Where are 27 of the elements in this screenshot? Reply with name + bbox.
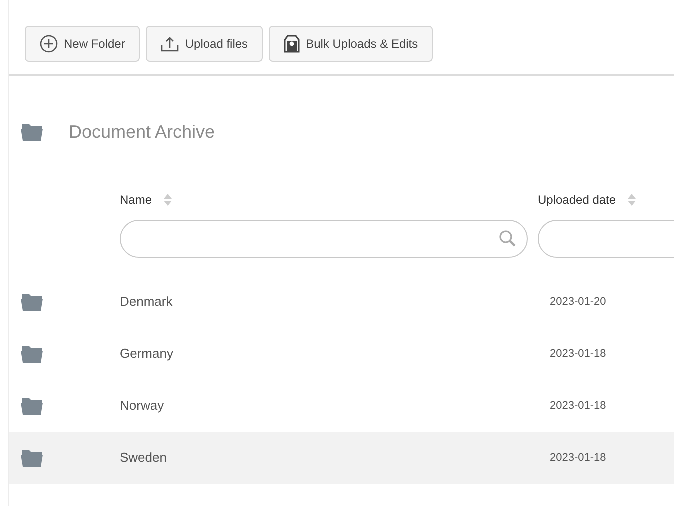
box-icon	[284, 35, 300, 53]
folder-icon	[21, 122, 43, 142]
folder-title: Document Archive	[69, 120, 216, 144]
toolbar-button[interactable]: New Folder	[25, 26, 140, 62]
sort-icon[interactable]	[164, 194, 172, 206]
date-cell-text: 2023-01-18	[550, 450, 606, 466]
folder-icon	[21, 344, 43, 364]
name-cell-text: Germany	[120, 345, 174, 364]
table-row[interactable]: Sweden 2023-01-18	[9, 432, 674, 484]
date-cell-text: 2023-01-20	[550, 294, 606, 310]
column-header[interactable]: Name	[120, 191, 152, 209]
plus-circle-icon	[40, 35, 58, 53]
sort-icon[interactable]	[628, 194, 636, 206]
date-cell-text: 2023-01-18	[550, 398, 606, 414]
name-cell-text: Norway	[120, 397, 166, 416]
folder-icon	[21, 396, 43, 416]
search-icon	[499, 230, 517, 248]
column-header[interactable]: Uploaded date	[538, 191, 616, 209]
name-cell-text: Denmark	[120, 293, 174, 312]
filter-field[interactable]	[120, 220, 528, 258]
date-cell-text: 2023-01-18	[550, 346, 606, 362]
toolbar-button[interactable]: Bulk Uploads & Edits	[269, 26, 434, 62]
folder-icon	[21, 292, 43, 312]
name-cell-text: Sweden	[120, 449, 168, 468]
folder-icon	[21, 448, 43, 468]
toolbar-button[interactable]: Upload files	[146, 26, 264, 62]
upload-icon	[161, 36, 180, 52]
